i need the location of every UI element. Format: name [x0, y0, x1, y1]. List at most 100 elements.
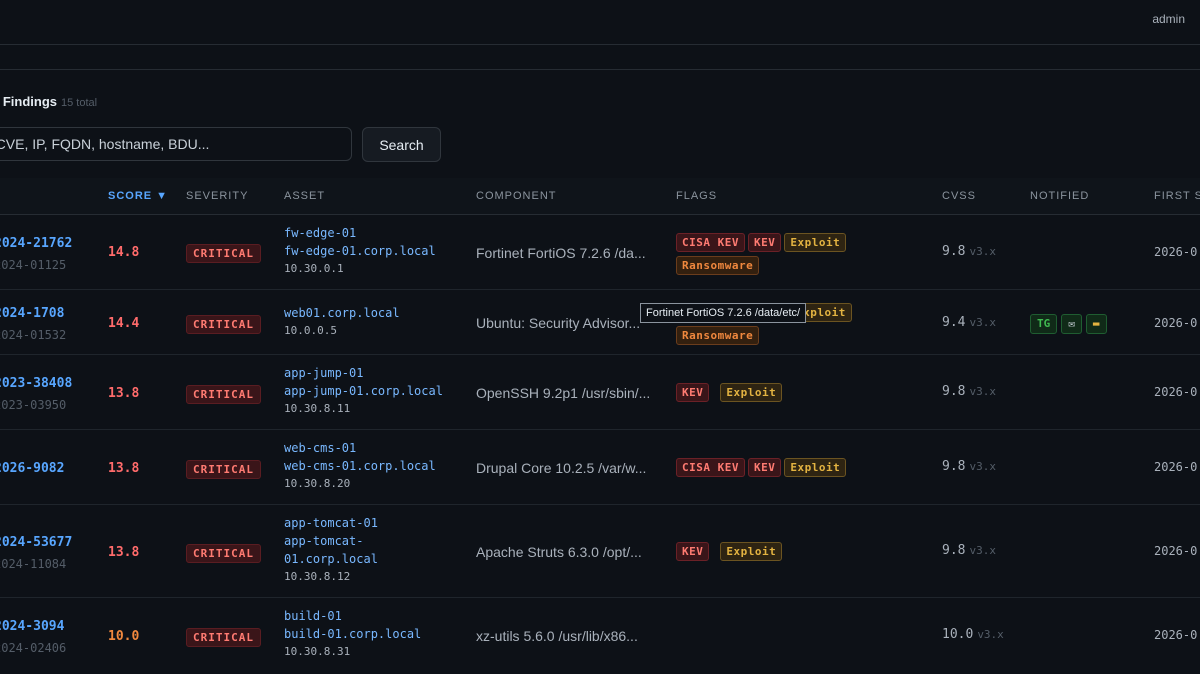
- cvss-score: 9.8: [942, 384, 966, 399]
- notified-cell: TG ✉ ▬: [1030, 314, 1111, 334]
- score-value: 10.0: [108, 629, 140, 644]
- cve-link[interactable]: 2024-21762: [0, 236, 72, 251]
- cve-cell: 2024-1708 2024-01532: [0, 304, 66, 342]
- severity-badge: CRITICAL: [186, 385, 261, 404]
- cvss-cell: 9.8 v3.x: [942, 384, 996, 399]
- component-text[interactable]: Drupal Core 10.2.5 /var/w...: [476, 460, 646, 476]
- total-count: 15 total: [61, 97, 98, 109]
- ticket-notified-icon: ▬: [1085, 314, 1107, 334]
- component-tooltip: Fortinet FortiOS 7.2.6 /data/etc/: [640, 303, 807, 323]
- asset-ip: 10.30.8.31: [284, 645, 351, 658]
- asset-fqdn[interactable]: build-01.corp.local: [284, 625, 421, 643]
- cisa-kev-flag: CISA KEV: [676, 233, 745, 252]
- cvss-version: v3.x: [969, 544, 996, 557]
- asset-fqdn[interactable]: app-jump-01.corp.local: [284, 382, 443, 400]
- severity-badge: CRITICAL: [186, 628, 261, 647]
- user-menu[interactable]: admin: [1152, 12, 1185, 26]
- column-cvss[interactable]: CVSS: [942, 190, 976, 202]
- column-notified[interactable]: NOTIFIED: [1030, 190, 1089, 202]
- cve-link[interactable]: 2024-1708: [0, 306, 64, 321]
- severity-badge: CRITICAL: [186, 244, 261, 263]
- cve-cell: 2024-53677 2024-11084: [0, 533, 72, 571]
- cve-link[interactable]: 2023-38408: [0, 376, 72, 391]
- asset-hostname[interactable]: app-tomcat-01: [284, 514, 378, 532]
- first-seen-date: 2026-0: [1154, 628, 1198, 642]
- cve-link[interactable]: 2024-53677: [0, 535, 72, 550]
- asset-cell[interactable]: web01.corp.local 10.0.0.5: [284, 304, 400, 340]
- cvss-cell: 9.8 v3.x: [942, 244, 996, 259]
- asset-fqdn[interactable]: web-cms-01.corp.local: [284, 457, 436, 475]
- top-bar: re admin: [0, 0, 1200, 45]
- asset-cell[interactable]: fw-edge-01 fw-edge-01.corp.local 10.30.0…: [284, 224, 436, 278]
- component-text[interactable]: Ubuntu: Security Advisor...: [476, 315, 640, 331]
- component-text[interactable]: OpenSSH 9.2p1 /usr/sbin/...: [476, 385, 650, 401]
- cve-link[interactable]: 2024-3094: [0, 619, 64, 634]
- asset-fqdn-line2[interactable]: 01.corp.local: [284, 550, 378, 568]
- cve-link[interactable]: 2026-9082: [0, 461, 64, 476]
- page-title: y Findings 15 total: [0, 94, 97, 109]
- asset-cell[interactable]: app-jump-01 app-jump-01.corp.local 10.30…: [284, 364, 443, 418]
- asset-fqdn[interactable]: web01.corp.local: [284, 304, 400, 322]
- sub-bar: [0, 45, 1200, 70]
- column-asset[interactable]: ASSET: [284, 190, 325, 202]
- asset-cell[interactable]: app-tomcat-01 app-tomcat- 01.corp.local …: [284, 514, 378, 586]
- kev-flag: KEV: [747, 458, 782, 477]
- ransomware-flag: Ransomware: [676, 256, 760, 275]
- asset-hostname[interactable]: web-cms-01: [284, 439, 436, 457]
- cvss-version: v3.x: [977, 628, 1004, 641]
- kev-flag: KEV: [676, 383, 710, 402]
- table-header: SCORE ▼ SEVERITY ASSET COMPONENT FLAGS C…: [0, 178, 1200, 215]
- cvss-cell: 10.0 v3.x: [942, 627, 1004, 642]
- exploit-flag: Exploit: [784, 233, 847, 252]
- exploit-flag: Exploit: [784, 458, 847, 477]
- cvss-score: 10.0: [942, 627, 974, 642]
- asset-ip: 10.30.8.12: [284, 570, 351, 583]
- asset-fqdn[interactable]: fw-edge-01.corp.local: [284, 242, 436, 260]
- severity-badge: CRITICAL: [186, 460, 261, 479]
- component-text[interactable]: Apache Struts 6.3.0 /opt/...: [476, 544, 642, 560]
- telegram-notified-icon: TG: [1030, 314, 1058, 334]
- bdu-id: 2024-01532: [0, 328, 67, 342]
- cvss-cell: 9.4 v3.x: [942, 315, 996, 330]
- column-score[interactable]: SCORE ▼: [108, 190, 168, 202]
- search-input[interactable]: [0, 127, 352, 161]
- kev-flag: KEV: [676, 542, 710, 561]
- cvss-score: 9.8: [942, 459, 966, 474]
- column-first-seen[interactable]: FIRST S: [1154, 190, 1200, 202]
- cvss-version: v3.x: [969, 460, 996, 473]
- table-row[interactable]: 2026-9082 13.8 CRITICAL web-cms-01 web-c…: [0, 430, 1200, 505]
- column-component[interactable]: COMPONENT: [476, 190, 557, 202]
- component-text[interactable]: Fortinet FortiOS 7.2.6 /da...: [476, 245, 646, 261]
- search-button[interactable]: Search: [362, 127, 441, 162]
- column-severity[interactable]: SEVERITY: [186, 190, 248, 202]
- cvss-score: 9.4: [942, 315, 966, 330]
- asset-hostname[interactable]: build-01: [284, 607, 421, 625]
- asset-cell[interactable]: web-cms-01 web-cms-01.corp.local 10.30.8…: [284, 439, 436, 493]
- asset-ip: 10.30.0.1: [284, 262, 344, 275]
- column-flags[interactable]: FLAGS: [676, 190, 717, 202]
- asset-fqdn-line1[interactable]: app-tomcat-: [284, 532, 378, 550]
- table-row[interactable]: 2023-38408 2023-03950 13.8 CRITICAL app-…: [0, 355, 1200, 430]
- bdu-id: 2024-02406: [0, 641, 67, 655]
- table-row[interactable]: 2024-3094 2024-02406 10.0 CRITICAL build…: [0, 598, 1200, 674]
- severity-badge: CRITICAL: [186, 544, 261, 563]
- ransomware-flag: Ransomware: [676, 326, 760, 345]
- email-notified-icon: ✉: [1061, 314, 1082, 334]
- table-row[interactable]: 2024-1708 2024-01532 14.4 CRITICAL web01…: [0, 290, 1200, 355]
- asset-cell[interactable]: build-01 build-01.corp.local 10.30.8.31: [284, 607, 421, 661]
- first-seen-date: 2026-0: [1154, 245, 1198, 259]
- cve-cell: 2023-38408 2023-03950: [0, 374, 72, 412]
- table-row[interactable]: 2024-21762 2024-01125 14.8 CRITICAL fw-e…: [0, 215, 1200, 290]
- asset-hostname[interactable]: fw-edge-01: [284, 224, 436, 242]
- bdu-id: 2023-03950: [0, 398, 67, 412]
- asset-ip: 10.30.8.20: [284, 477, 351, 490]
- asset-ip: 10.0.0.5: [284, 324, 337, 337]
- asset-hostname[interactable]: app-jump-01: [284, 364, 443, 382]
- exploit-flag: Exploit: [720, 542, 783, 561]
- score-value: 14.8: [108, 245, 140, 260]
- severity-badge: CRITICAL: [186, 315, 261, 334]
- table-row[interactable]: 2024-53677 2024-11084 13.8 CRITICAL app-…: [0, 505, 1200, 598]
- flags-cell: CISA KEV KEV Exploit: [676, 458, 849, 477]
- cve-cell: 2024-21762 2024-01125: [0, 234, 72, 272]
- component-text[interactable]: xz-utils 5.6.0 /usr/lib/x86...: [476, 628, 638, 644]
